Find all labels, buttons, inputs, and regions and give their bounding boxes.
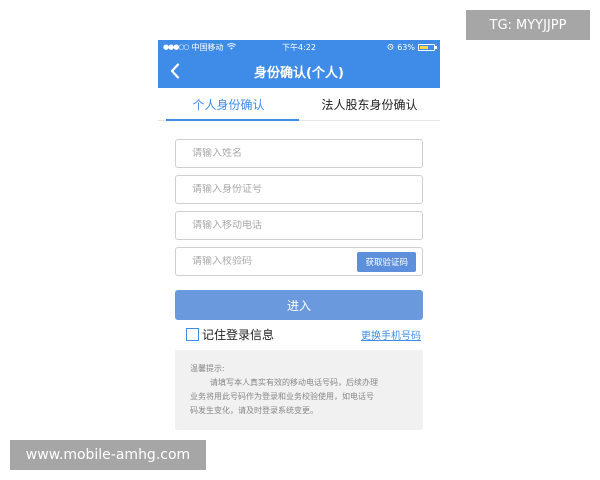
carrier-label: 中国移动	[191, 42, 224, 52]
screenshot-stage: TG: MYYJJPP ●●●○○ 中国移动 下午4:22 63% 身份确认(个…	[0, 0, 600, 480]
phone-screen: ●●●○○ 中国移动 下午4:22 63% 身份确认(个人) 个人身份确认 法人…	[158, 40, 440, 440]
get-code-button[interactable]: 获取验证码	[357, 251, 416, 272]
notice-line-2: 业务将用此号码作为登录和业务校验使用，如电话号	[190, 392, 374, 401]
battery-icon	[418, 43, 437, 51]
status-bar: ●●●○○ 中国移动 下午4:22 63%	[158, 40, 440, 54]
enter-button[interactable]: 进入	[175, 290, 423, 320]
mobile-phone-input[interactable]	[192, 220, 422, 231]
site-watermark: www.mobile-amhg.com	[10, 440, 206, 470]
page-title: 身份确认(个人)	[254, 65, 344, 81]
notice-title: 温馨提示:	[190, 364, 225, 373]
id-number-field	[175, 175, 423, 204]
battery-percent: 63%	[397, 42, 415, 52]
status-right: 63%	[387, 42, 437, 52]
tab-corporate-shareholder-identity[interactable]: 法人股东身份确认	[299, 88, 440, 120]
notice-line-1: 请填写本人真实有效的移动电话号码，后续办理	[210, 378, 378, 387]
name-field	[175, 139, 423, 168]
chevron-left-icon	[170, 63, 180, 79]
login-options: 记住登录信息 更换手机号码	[186, 324, 421, 344]
id-number-input[interactable]	[192, 184, 422, 195]
battery-fill	[420, 45, 429, 49]
remember-checkbox[interactable]	[186, 327, 199, 341]
remember-label: 记住登录信息	[202, 327, 275, 342]
identity-form: 获取验证码	[158, 121, 440, 276]
tg-watermark: TG: MYYJJPP	[466, 10, 590, 40]
wifi-icon	[226, 42, 236, 52]
tab-personal-identity[interactable]: 个人身份确认	[158, 88, 299, 121]
change-phone-link[interactable]: 更换手机号码	[361, 327, 421, 342]
name-input[interactable]	[192, 148, 422, 159]
status-left: ●●●○○ 中国移动	[163, 42, 236, 53]
mobile-phone-field	[175, 211, 423, 240]
alarm-icon	[387, 43, 394, 52]
tab-bar: 个人身份确认 法人股东身份确认	[158, 88, 440, 121]
verification-code-field: 获取验证码	[175, 247, 423, 276]
verification-code-input[interactable]	[192, 256, 358, 267]
nav-bar: 身份确认(个人)	[158, 54, 440, 88]
signal-strength-icon: ●●●○○	[163, 43, 190, 51]
back-button[interactable]	[164, 54, 186, 88]
remember-login-option[interactable]: 记住登录信息	[186, 326, 274, 343]
notice-line-3: 码发生变化，请及时登录系统变更。	[190, 406, 318, 415]
notice-box: 温馨提示: 请填写本人真实有效的移动电话号码，后续办理 业务将用此号码作为登录和…	[175, 350, 423, 430]
